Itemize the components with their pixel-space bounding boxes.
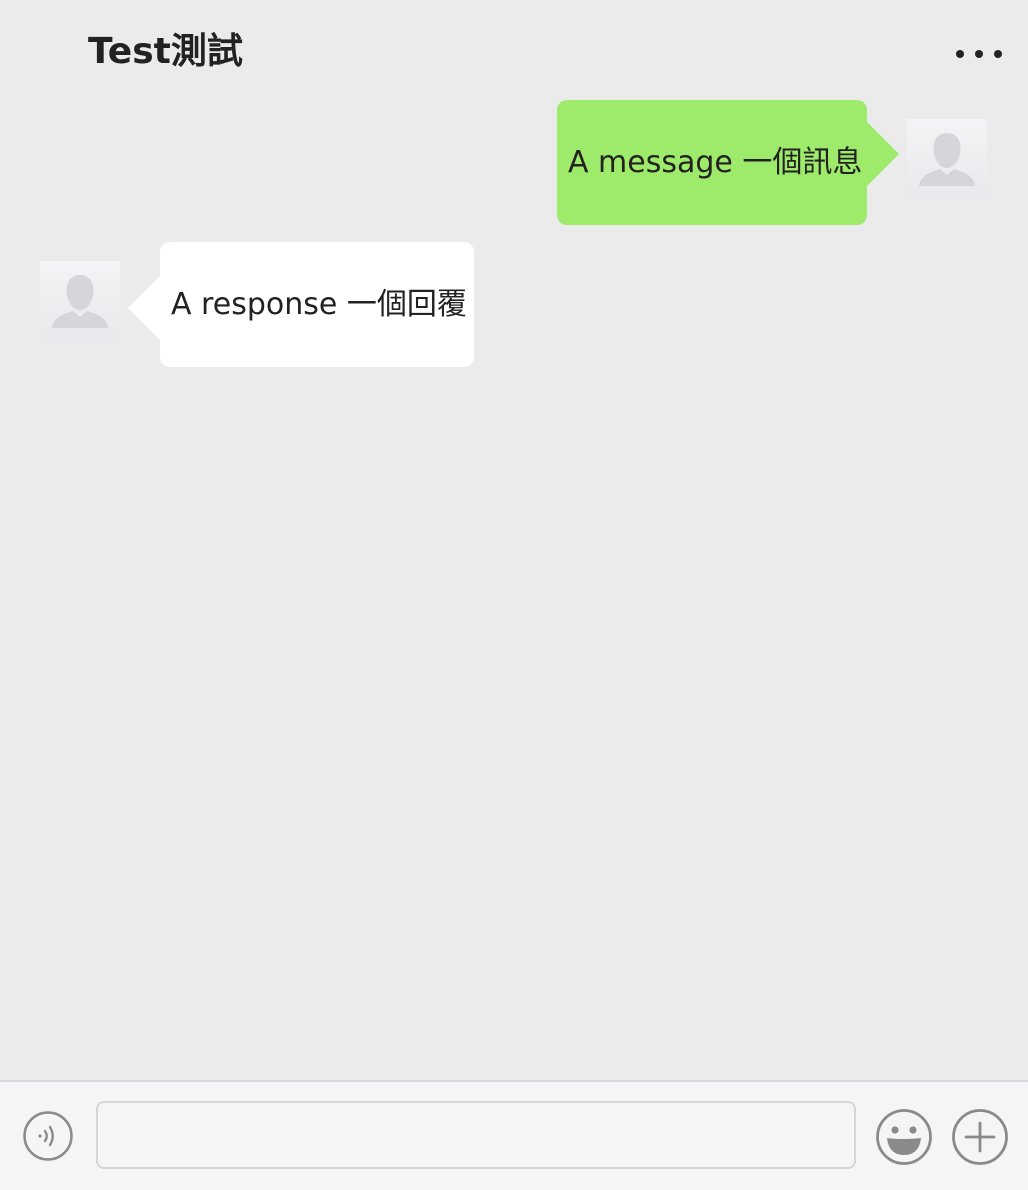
more-dot: [956, 50, 964, 58]
default-avatar-icon[interactable]: [40, 261, 120, 341]
more-dot: [994, 50, 1002, 58]
emoji-icon-graphic: [876, 1109, 932, 1165]
received-message-bubble[interactable]: A response 一個回覆: [128, 242, 474, 367]
default-avatar-icon[interactable]: [907, 119, 987, 199]
sent-message-bubble[interactable]: A message 一個訊息: [557, 100, 899, 225]
input-bar: [0, 1080, 1028, 1190]
plus-icon[interactable]: [950, 1107, 1010, 1167]
avatar-silhouette: [919, 133, 975, 186]
voice-icon[interactable]: [22, 1110, 74, 1162]
chat-title: Test測試: [88, 31, 243, 72]
avatar-silhouette: [52, 275, 108, 328]
more-dots-icon[interactable]: [948, 30, 1012, 78]
message-list[interactable]: A message 一個訊息 A response 一個回覆: [0, 96, 1028, 1080]
more-dot: [975, 50, 983, 58]
voice-icon-graphic: [23, 1111, 73, 1161]
message-input[interactable]: [96, 1101, 856, 1169]
chat-header: Test測試: [0, 0, 1028, 96]
chat-window: Test測試 A message 一個訊息 A response 一個回覆: [0, 0, 1028, 1190]
emoji-icon[interactable]: [874, 1107, 934, 1167]
plus-icon-graphic: [952, 1109, 1008, 1165]
